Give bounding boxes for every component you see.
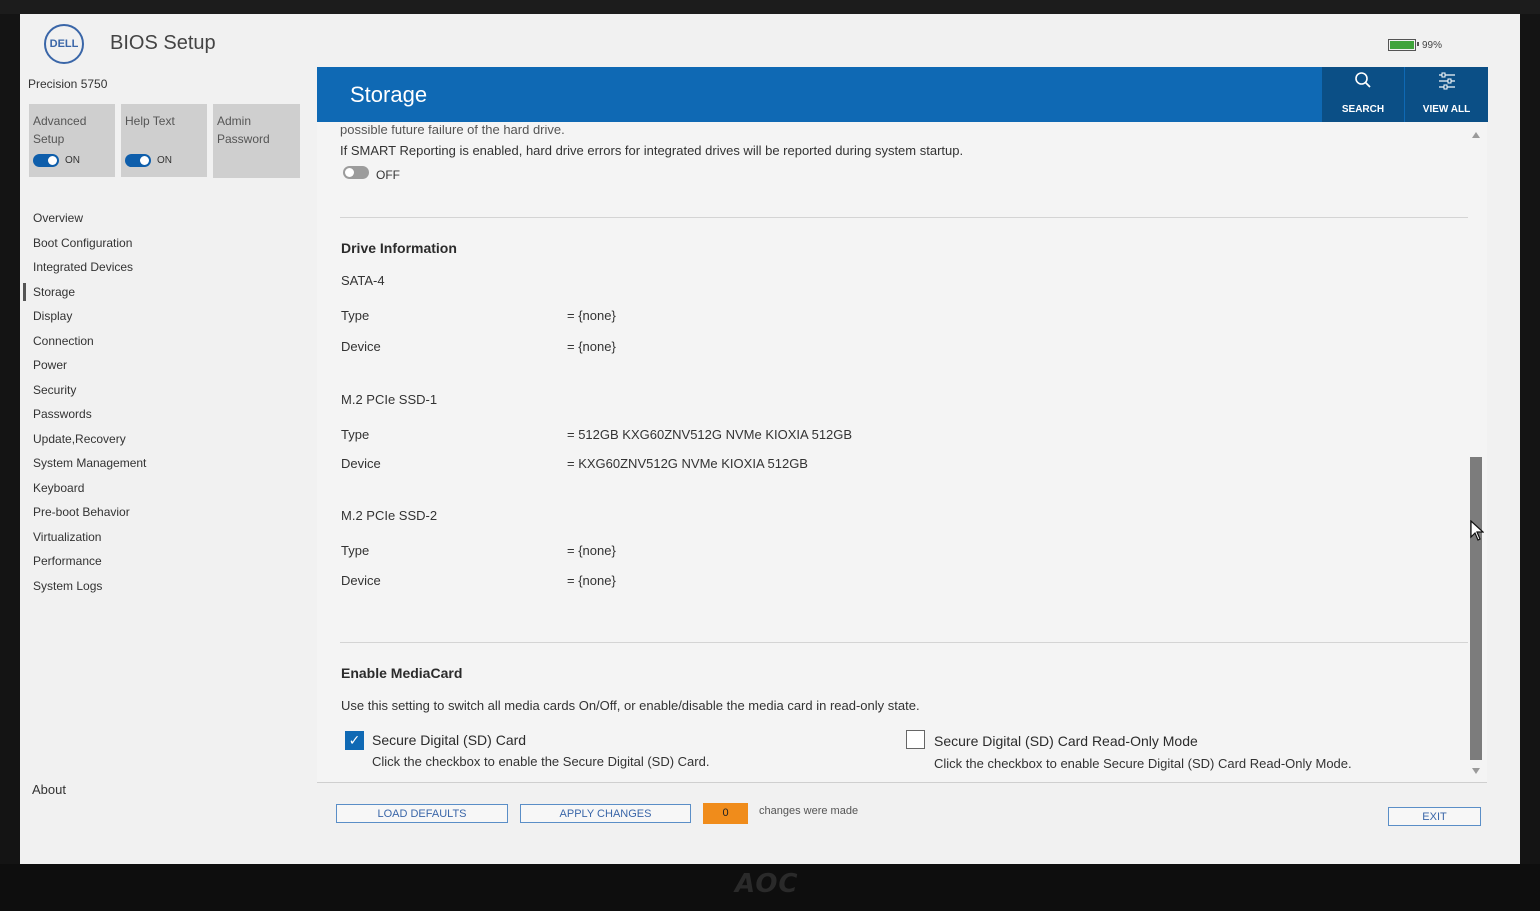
smart-reporting-toggle[interactable] [343, 166, 369, 179]
drive-name: M.2 PCIe SSD-1 [341, 392, 438, 407]
advanced-setup-toggle[interactable] [33, 154, 59, 167]
sidebar-item-boot-configuration[interactable]: Boot Configuration [20, 231, 310, 256]
sd-card-desc: Click the checkbox to enable the Secure … [372, 754, 710, 769]
drive-name: M.2 PCIe SSD-2 [341, 508, 438, 523]
smart-description: If SMART Reporting is enabled, hard driv… [340, 143, 964, 158]
exit-button[interactable]: EXIT [1388, 807, 1481, 826]
view-all-label: VIEW ALL [1422, 104, 1471, 115]
battery-indicator: 99% [1388, 39, 1442, 51]
drive-type-label: Type [341, 427, 370, 442]
drive-information-heading: Drive Information [341, 240, 457, 256]
smart-toggle-state: OFF [376, 168, 400, 182]
sidebar-item-virtualization[interactable]: Virtualization [20, 525, 310, 550]
sidebar-item-passwords[interactable]: Passwords [20, 402, 310, 427]
apply-changes-button[interactable]: APPLY CHANGES [520, 804, 691, 823]
sidebar-item-performance[interactable]: Performance [20, 549, 310, 574]
mediacard-description: Use this setting to switch all media car… [341, 698, 920, 713]
tile-label: Admin Password [217, 114, 270, 146]
scroll-up-arrow-icon[interactable] [1472, 132, 1480, 138]
search-icon [1353, 71, 1373, 93]
monitor-brand-logo: AOC [735, 869, 799, 899]
tile-advanced-setup[interactable]: Advanced Setup ON [29, 104, 115, 177]
changes-count-badge: 0 [703, 803, 748, 824]
footer-divider [317, 782, 1487, 783]
load-defaults-button[interactable]: LOAD DEFAULTS [336, 804, 508, 823]
drive-type-value: = {none} [567, 543, 616, 558]
page-title: Storage [350, 82, 428, 107]
tile-label: Help Text [125, 114, 175, 128]
sidebar-item-about[interactable]: About [32, 782, 66, 797]
help-text-toggle[interactable] [125, 154, 151, 167]
section-divider [340, 217, 1468, 218]
dell-logo: DELL [44, 24, 84, 64]
drive-device-value: = {none} [567, 339, 616, 354]
sd-read-only-checkbox[interactable] [906, 730, 925, 749]
sidebar-item-display[interactable]: Display [20, 304, 310, 329]
sd-read-only-desc: Click the checkbox to enable Secure Digi… [934, 756, 1352, 771]
drive-type-value: = 512GB KXG60ZNV512G NVMe KIOXIA 512GB [567, 427, 853, 442]
drive-device-label: Device [341, 573, 381, 588]
page-header: Storage SEARCH VIEW ALL [317, 67, 1488, 122]
changes-status-text: changes were made [759, 805, 859, 817]
drive-type-label: Type [341, 308, 370, 323]
drive-name: SATA-4 [341, 273, 385, 288]
sidebar-item-update-recovery[interactable]: Update,Recovery [20, 427, 310, 452]
search-button[interactable]: SEARCH [1322, 67, 1404, 122]
mouse-cursor-icon [1470, 519, 1485, 547]
sidebar-item-power[interactable]: Power [20, 353, 310, 378]
sidebar-item-connection[interactable]: Connection [20, 329, 310, 354]
view-all-button[interactable]: VIEW ALL [1405, 67, 1488, 122]
toggle-state: ON [157, 155, 172, 166]
main-content [317, 122, 1487, 782]
drive-type-label: Type [341, 543, 370, 558]
sidebar-nav: Overview Boot Configuration Integrated D… [20, 206, 310, 598]
sidebar-item-keyboard[interactable]: Keyboard [20, 476, 310, 501]
tile-admin-password[interactable]: Admin Password [213, 104, 300, 178]
sidebar-item-integrated-devices[interactable]: Integrated Devices [20, 255, 310, 280]
sd-card-checkbox[interactable]: ✓ [345, 731, 364, 750]
mediacard-heading: Enable MediaCard [341, 665, 463, 681]
battery-level: 99% [1422, 39, 1443, 51]
sidebar-item-system-management[interactable]: System Management [20, 451, 310, 476]
main-scrollbar[interactable] [1468, 128, 1484, 782]
tile-help-text[interactable]: Help Text ON [121, 104, 207, 177]
drive-device-label: Device [341, 456, 381, 471]
toggle-state: ON [65, 155, 80, 166]
sidebar-item-security[interactable]: Security [20, 378, 310, 403]
drive-type-value: = {none} [567, 308, 616, 323]
search-label: SEARCH [1341, 104, 1385, 115]
drive-device-label: Device [341, 339, 381, 354]
section-divider [340, 642, 1468, 643]
sliders-icon [1437, 71, 1457, 93]
sidebar-item-overview[interactable]: Overview [20, 206, 310, 231]
drive-device-value: = {none} [567, 573, 616, 588]
model-name: Precision 5750 [28, 77, 108, 91]
scroll-thumb[interactable] [1470, 457, 1482, 760]
tile-label: Advanced Setup [33, 114, 87, 146]
sd-card-title: Secure Digital (SD) Card [372, 732, 527, 748]
bios-screen: DELL BIOS Setup 99% Precision 5750 Advan… [20, 14, 1520, 864]
sidebar-item-system-logs[interactable]: System Logs [20, 574, 310, 599]
scroll-down-arrow-icon[interactable] [1472, 768, 1480, 774]
battery-icon [1388, 39, 1419, 51]
monitor-bezel-top [0, 0, 1540, 14]
app-title: BIOS Setup [110, 32, 216, 54]
sd-read-only-title: Secure Digital (SD) Card Read-Only Mode [934, 733, 1198, 749]
sidebar-item-storage[interactable]: Storage [20, 280, 310, 305]
sidebar-item-pre-boot-behavior[interactable]: Pre-boot Behavior [20, 500, 310, 525]
drive-device-value: = KXG60ZNV512G NVMe KIOXIA 512GB [567, 456, 808, 471]
